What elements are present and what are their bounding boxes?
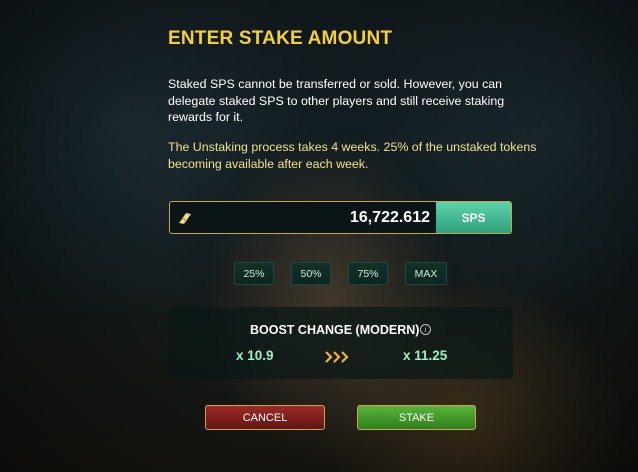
percent-75-button[interactable]: 75% bbox=[348, 262, 388, 285]
boost-current-value: x 10.9 bbox=[236, 348, 274, 363]
percent-25-button[interactable]: 25% bbox=[234, 262, 274, 285]
sps-token-icon bbox=[170, 202, 200, 233]
boost-new-value: x 11.25 bbox=[403, 348, 448, 363]
percent-50-button[interactable]: 50% bbox=[291, 262, 331, 285]
boost-change-panel bbox=[168, 307, 513, 379]
stake-amount-input[interactable] bbox=[200, 202, 436, 233]
unstaking-note: The Unstaking process takes 4 weeks. 25%… bbox=[168, 140, 537, 171]
boost-change-title: BOOST CHANGE (MODERN) bbox=[250, 323, 420, 337]
stake-amount-field[interactable]: SPS bbox=[169, 201, 512, 234]
info-icon[interactable]: i bbox=[420, 324, 431, 335]
currency-tag: SPS bbox=[436, 202, 511, 233]
stake-dialog: ENTER STAKE AMOUNT Staked SPS cannot be … bbox=[0, 0, 638, 472]
stake-description: Staked SPS cannot be transferred or sold… bbox=[168, 77, 505, 124]
dialog-title: ENTER STAKE AMOUNT bbox=[168, 28, 393, 49]
cancel-button[interactable]: CANCEL bbox=[205, 405, 325, 430]
triple-chevron-right-icon bbox=[325, 351, 349, 363]
stake-button[interactable]: STAKE bbox=[357, 405, 476, 430]
max-button[interactable]: MAX bbox=[405, 262, 447, 285]
